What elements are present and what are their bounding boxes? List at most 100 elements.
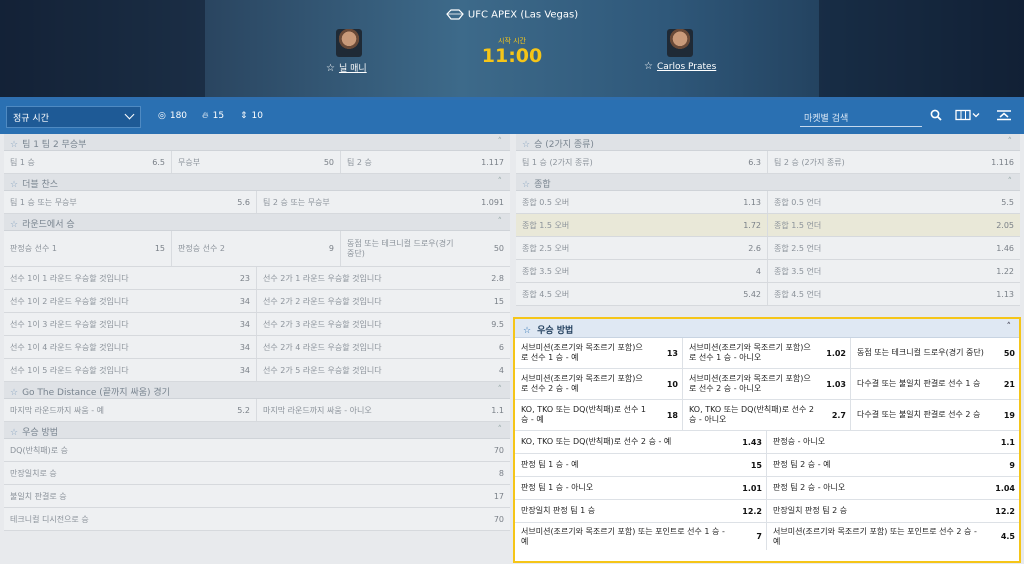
market-header-distance[interactable]: ☆ Go The Distance (끝까지 싸움) 경기 ˄: [4, 382, 510, 399]
star-icon[interactable]: ☆: [10, 220, 18, 230]
fighter1-favorite[interactable]: ☆ 닐 매니: [326, 61, 367, 74]
odds-cell[interactable]: 마지막 라운드까지 싸움 - 예 5.2: [4, 399, 257, 421]
odds-cell[interactable]: 서브미션(조르기와 목조르기 포함) 또는 포인트로 선수 2 승 - 예 4.5: [767, 523, 1019, 550]
odds-cell[interactable]: 종합 2.5 언더 1.46: [768, 237, 1020, 259]
chevron-up-icon[interactable]: ˄: [498, 177, 503, 187]
market-header-double-chance[interactable]: ☆ 더블 찬스 ˄: [4, 174, 510, 191]
odds-cell[interactable]: 판정승 선수 2 9: [172, 231, 341, 266]
fighter2-favorite[interactable]: ☆ Carlos Prates: [644, 61, 716, 72]
market-header-result[interactable]: ☆ 팀 1 팀 2 무승부 ˄: [4, 134, 510, 151]
odds-cell[interactable]: 종합 2.5 오버 2.6: [516, 237, 768, 259]
odds-cell[interactable]: 팀 1 승 (2가지 종류) 6.3: [516, 151, 768, 173]
star-icon[interactable]: ☆: [326, 63, 335, 74]
odds-cell[interactable]: 종합 4.5 오버 5.42: [516, 283, 768, 305]
market-title: Go The Distance (끝까지 싸움) 경기: [22, 388, 170, 398]
star-icon[interactable]: ☆: [10, 388, 18, 398]
odds-label: 팀 1 승 또는 무승부: [10, 197, 77, 207]
odds-cell[interactable]: 판정승 선수 1 15: [4, 231, 172, 266]
odds-cell[interactable]: 선수 2가 1 라운드 우승할 것입니다 2.8: [257, 267, 510, 289]
filter-hot[interactable]: 🔥︎ 15: [202, 111, 224, 121]
star-icon[interactable]: ☆: [644, 61, 653, 72]
odds-cell[interactable]: 선수 2가 4 라운드 우승할 것입니다 6: [257, 336, 510, 358]
odds-cell[interactable]: 선수 2가 5 라운드 우승할 것입니다 4: [257, 359, 510, 381]
layout-toggle-icon[interactable]: [955, 109, 981, 124]
star-icon[interactable]: ☆: [10, 428, 18, 438]
odds-cell[interactable]: 종합 3.5 오버 4: [516, 260, 768, 282]
odds-cell[interactable]: 종합 0.5 오버 1.13: [516, 191, 768, 213]
odds-cell[interactable]: 팀 1 승 6.5: [4, 151, 172, 173]
chevron-up-icon[interactable]: ˄: [498, 385, 503, 395]
odds-cell[interactable]: 불일치 판결로 승 17: [4, 485, 510, 507]
odds-cell[interactable]: 마지막 라운드까지 싸움 - 아니오 1.1: [257, 399, 510, 421]
odds-cell[interactable]: 다수결 또는 불일치 판결로 선수 2 승 19: [851, 400, 1019, 430]
odds-cell[interactable]: KO, TKO 또는 DQ(반칙패)로 선수 2 승 - 아니오 2.7: [683, 400, 851, 430]
star-icon[interactable]: ☆: [522, 180, 530, 190]
odds-value: 50: [1003, 348, 1015, 358]
win-method-header[interactable]: ☆ 우승 방법 ˄: [515, 319, 1019, 338]
odds-cell[interactable]: 만장일치 판정 팀 1 승 12.2: [515, 500, 767, 522]
odds-cell[interactable]: 판정 팀 2 승 - 예 9: [767, 454, 1019, 476]
chevron-up-icon[interactable]: ˄: [1007, 322, 1012, 332]
star-icon[interactable]: ☆: [523, 326, 531, 336]
market-header-totals[interactable]: ☆ 종합 ˄: [516, 174, 1020, 191]
odds-label: 판정승 - 아니오: [773, 437, 826, 446]
odds-cell[interactable]: 선수 1이 1 라운드 우승할 것입니다 23: [4, 267, 257, 289]
odds-value: 10: [666, 379, 678, 389]
odds-row: 서브미션(조르기와 목조르기 포함)으로 선수 1 승 - 예 13 서브미션(조…: [515, 338, 1019, 369]
filter-moves[interactable]: ⇕ 10: [240, 111, 263, 121]
flame-icon: 🔥︎: [202, 111, 209, 121]
odds-cell[interactable]: 서브미션(조르기와 목조르기 포함)으로 선수 1 승 - 예 13: [515, 338, 683, 368]
odds-cell[interactable]: DQ(반칙패)로 승 70: [4, 439, 510, 461]
odds-cell[interactable]: KO, TKO 또는 DQ(반칙패)로 선수 1 승 - 예 18: [515, 400, 683, 430]
collapse-all-icon[interactable]: [996, 109, 1012, 124]
odds-cell[interactable]: 서브미션(조르기와 목조르기 포함) 또는 포인트로 선수 1 승 - 예 7: [515, 523, 767, 550]
market-search-input[interactable]: 마켓별 검색: [800, 107, 922, 127]
star-icon[interactable]: ☆: [10, 180, 18, 190]
odds-cell[interactable]: 종합 0.5 언더 5.5: [768, 191, 1020, 213]
odds-cell[interactable]: 팀 1 승 또는 무승부 5.6: [4, 191, 257, 213]
odds-cell[interactable]: 종합 3.5 언더 1.22: [768, 260, 1020, 282]
odds-cell[interactable]: 종합 4.5 언더 1.13: [768, 283, 1020, 305]
chevron-up-icon[interactable]: ˄: [1008, 177, 1013, 187]
odds-cell[interactable]: 선수 1이 4 라운드 우승할 것입니다 34: [4, 336, 257, 358]
odds-cell[interactable]: 팀 2 승 또는 무승부 1.091: [257, 191, 510, 213]
odds-cell[interactable]: 종합 1.5 오버 1.72: [516, 214, 768, 236]
chevron-up-icon[interactable]: ˄: [498, 137, 503, 147]
odds-cell[interactable]: 서브미션(조르기와 목조르기 포함)으로 선수 1 승 - 아니오 1.02: [683, 338, 851, 368]
odds-cell[interactable]: 판정 팀 1 승 - 아니오 1.01: [515, 477, 767, 499]
chevron-up-icon[interactable]: ˄: [1008, 137, 1013, 147]
odds-cell[interactable]: 선수 2가 2 라운드 우승할 것입니다 15: [257, 290, 510, 312]
market-header-round[interactable]: ☆ 라운드에서 승 ˄: [4, 214, 510, 231]
period-select[interactable]: 정규 시간: [6, 106, 141, 128]
filter-all[interactable]: ◎ 180: [158, 111, 187, 121]
odds-cell[interactable]: 선수 1이 3 라운드 우승할 것입니다 34: [4, 313, 257, 335]
chevron-up-icon[interactable]: ˄: [498, 217, 503, 227]
odds-cell[interactable]: 판정 팀 1 승 - 예 15: [515, 454, 767, 476]
odds-cell[interactable]: 동점 또는 테크니컬 드로우(경기 중단) 50: [341, 231, 510, 266]
odds-cell[interactable]: 선수 2가 3 라운드 우승할 것입니다 9.5: [257, 313, 510, 335]
odds-cell[interactable]: 판정승 - 아니오 1.1: [767, 431, 1019, 453]
odds-cell[interactable]: 팀 2 승 1.117: [341, 151, 510, 173]
odds-cell[interactable]: 다수결 또는 불일치 판결로 선수 1 승 21: [851, 369, 1019, 399]
odds-cell[interactable]: 무승부 50: [172, 151, 341, 173]
odds-cell[interactable]: 동점 또는 테크니컬 드로우(경기 중단) 50: [851, 338, 1019, 368]
odds-cell[interactable]: 서브미션(조르기와 목조르기 포함)으로 선수 2 승 - 예 10: [515, 369, 683, 399]
search-icon[interactable]: [930, 109, 942, 124]
odds-cell[interactable]: 만장일치로 승 8: [4, 462, 510, 484]
star-icon[interactable]: ☆: [10, 140, 18, 150]
odds-cell[interactable]: 종합 1.5 언더 2.05: [768, 214, 1020, 236]
odds-cell[interactable]: KO, TKO 또는 DQ(반칙패)로 선수 2 승 - 예 1.43: [515, 431, 767, 453]
odds-cell[interactable]: 선수 1이 5 라운드 우승할 것입니다 34: [4, 359, 257, 381]
odds-cell[interactable]: 팀 2 승 (2가지 종류) 1.116: [768, 151, 1020, 173]
odds-cell[interactable]: 판정 팀 2 승 - 아니오 1.04: [767, 477, 1019, 499]
chevron-up-icon[interactable]: ˄: [498, 425, 503, 435]
market-header-win-method[interactable]: ☆ 우승 방법 ˄: [4, 422, 510, 439]
odds-cell[interactable]: 만장일치 판정 팀 2 승 12.2: [767, 500, 1019, 522]
odds-value: 6: [498, 342, 504, 352]
market-header-2way[interactable]: ☆ 승 (2가지 종류) ˄: [516, 134, 1020, 151]
odds-cell[interactable]: 선수 1이 2 라운드 우승할 것입니다 34: [4, 290, 257, 312]
odds-cell[interactable]: 서브미션(조르기와 목조르기 포함)으로 선수 2 승 - 아니오 1.03: [683, 369, 851, 399]
star-icon[interactable]: ☆: [522, 140, 530, 150]
odds-cell[interactable]: 테크니컬 디시전으로 승 70: [4, 508, 510, 530]
market-title: 팀 1 팀 2 무승부: [22, 140, 87, 150]
